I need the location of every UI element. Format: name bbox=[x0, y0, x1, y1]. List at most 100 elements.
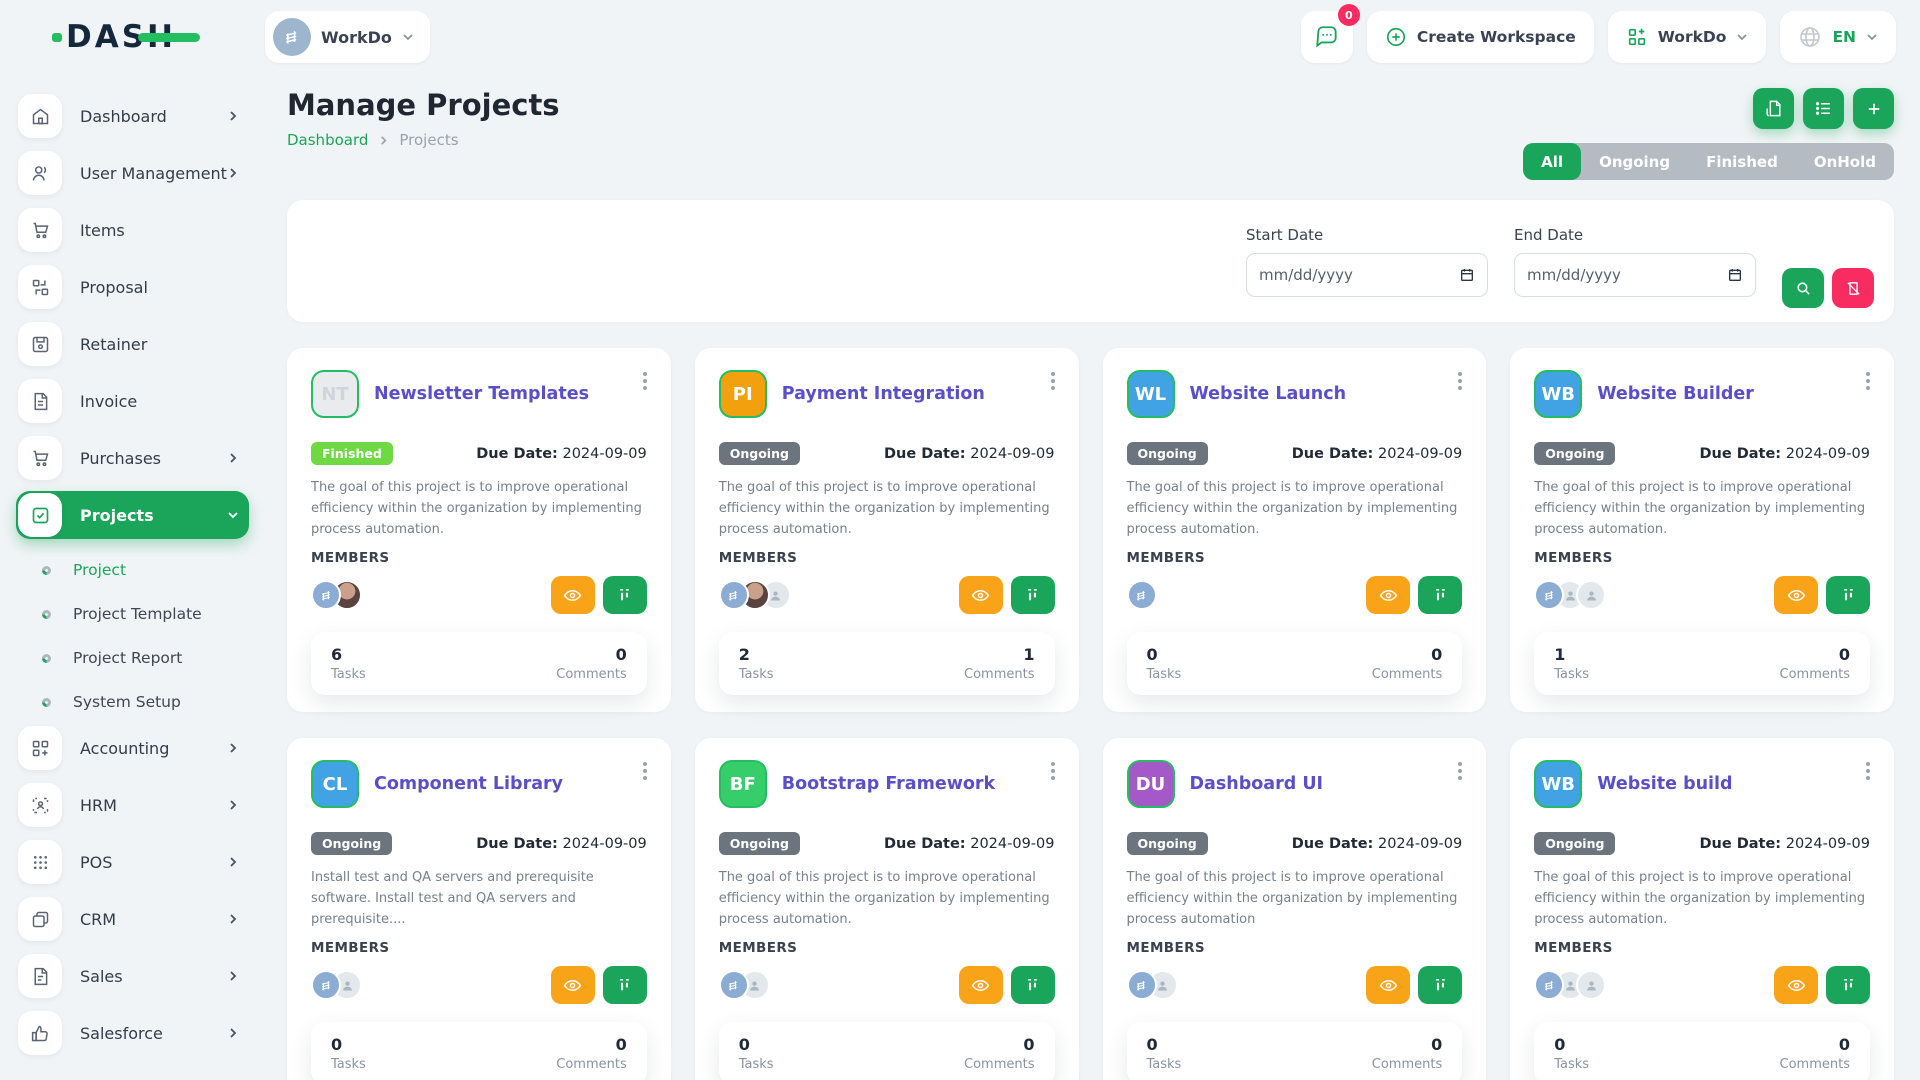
project-board-button[interactable] bbox=[1418, 966, 1462, 1004]
workspace-menu-button[interactable]: WorkDo bbox=[1608, 11, 1767, 63]
sidebar-item-pos[interactable]: POS bbox=[16, 838, 249, 886]
project-board-button[interactable] bbox=[603, 966, 647, 1004]
member-avatar-workspace[interactable] bbox=[1127, 970, 1157, 1000]
members-row bbox=[311, 576, 647, 614]
sidebar-subitem-project[interactable]: Project bbox=[16, 548, 249, 592]
project-board-button[interactable] bbox=[603, 576, 647, 614]
tab-finished[interactable]: Finished bbox=[1688, 143, 1796, 180]
calendar-icon[interactable] bbox=[1459, 267, 1475, 283]
sidebar-item-user-management[interactable]: User Management bbox=[16, 149, 249, 197]
view-project-button[interactable] bbox=[1774, 576, 1818, 614]
sidebar-item-purchases[interactable]: Purchases bbox=[16, 434, 249, 482]
sidebar-item-salesforce[interactable]: Salesforce bbox=[16, 1009, 249, 1057]
chevron-right-icon bbox=[227, 110, 239, 122]
sidebar-item-label: CRM bbox=[80, 910, 116, 929]
view-project-button[interactable] bbox=[959, 576, 1003, 614]
tasks-stat: 0Tasks bbox=[331, 1035, 366, 1072]
chevron-right-icon bbox=[227, 1027, 239, 1039]
sidebar-item-label: Dashboard bbox=[80, 107, 167, 126]
card-menu-button[interactable] bbox=[1047, 368, 1059, 394]
sidebar-item-dashboard[interactable]: Dashboard bbox=[16, 92, 249, 140]
view-project-button[interactable] bbox=[959, 966, 1003, 1004]
member-avatar-workspace[interactable] bbox=[719, 970, 749, 1000]
sidebar-item-retainer[interactable]: Retainer bbox=[16, 320, 249, 368]
project-board-button[interactable] bbox=[1011, 576, 1055, 614]
tab-all[interactable]: All bbox=[1523, 143, 1581, 180]
project-board-button[interactable] bbox=[1418, 576, 1462, 614]
logo-dot-accent bbox=[52, 33, 62, 42]
create-workspace-button[interactable]: Create Workspace bbox=[1367, 11, 1594, 63]
project-title-link[interactable]: Website build bbox=[1597, 774, 1732, 794]
sidebar-item-accounting[interactable]: Accounting bbox=[16, 724, 249, 772]
reset-filter-button[interactable] bbox=[1832, 268, 1874, 308]
member-avatars bbox=[1534, 970, 1597, 1000]
project-title-link[interactable]: Dashboard UI bbox=[1190, 774, 1324, 794]
chevron-right-icon bbox=[227, 167, 239, 179]
kanban-icon bbox=[1432, 587, 1449, 604]
sidebar-item-sales[interactable]: Sales bbox=[16, 952, 249, 1000]
due-date-label: Due Date: bbox=[1699, 836, 1781, 852]
sidebar-item-hrm[interactable]: HRM bbox=[16, 781, 249, 829]
language-label: EN bbox=[1832, 28, 1856, 46]
language-selector[interactable]: EN bbox=[1780, 11, 1896, 63]
sidebar-item-projects[interactable]: Projects bbox=[16, 491, 249, 539]
status-badge: Ongoing bbox=[1534, 442, 1615, 465]
sidebar-item-items[interactable]: Items bbox=[16, 206, 249, 254]
due-date-label: Due Date: bbox=[884, 836, 966, 852]
page-header-actions: All Ongoing Finished OnHold bbox=[1523, 88, 1894, 180]
member-avatar-workspace[interactable] bbox=[1127, 580, 1157, 610]
list-view-button[interactable] bbox=[1803, 88, 1844, 129]
project-title-link[interactable]: Bootstrap Framework bbox=[782, 774, 995, 794]
card-menu-button[interactable] bbox=[1047, 758, 1059, 784]
plus-icon bbox=[1865, 100, 1883, 118]
brand-logo[interactable]: DASH bbox=[66, 19, 176, 55]
member-avatar-workspace[interactable] bbox=[719, 580, 749, 610]
card-menu-button[interactable] bbox=[1454, 758, 1466, 784]
view-project-button[interactable] bbox=[1774, 966, 1818, 1004]
project-title-link[interactable]: Website Builder bbox=[1597, 384, 1754, 404]
project-title-link[interactable]: Newsletter Templates bbox=[374, 384, 589, 404]
card-menu-button[interactable] bbox=[1454, 368, 1466, 394]
member-avatar-placeholder[interactable] bbox=[1576, 970, 1606, 1000]
card-menu-button[interactable] bbox=[639, 758, 651, 784]
project-title-link[interactable]: Component Library bbox=[374, 774, 563, 794]
messages-button[interactable]: 0 bbox=[1301, 11, 1353, 63]
project-title-link[interactable]: Website Launch bbox=[1190, 384, 1347, 404]
workspace-selector[interactable]: WorkDo bbox=[265, 11, 430, 63]
start-date-input[interactable]: mm/dd/yyyy bbox=[1246, 253, 1488, 297]
project-title-link[interactable]: Payment Integration bbox=[782, 384, 985, 404]
calendar-icon[interactable] bbox=[1727, 267, 1743, 283]
project-card-payment-integration: PI Payment Integration Ongoing Due Date:… bbox=[695, 348, 1079, 712]
sidebar-item-proposal[interactable]: Proposal bbox=[16, 263, 249, 311]
card-stats: 6Tasks 0Comments bbox=[311, 632, 647, 695]
member-avatars bbox=[311, 970, 353, 1000]
tasks-count: 0 bbox=[331, 1035, 366, 1054]
view-project-button[interactable] bbox=[1366, 576, 1410, 614]
view-project-button[interactable] bbox=[551, 576, 595, 614]
sidebar-subitem-project-template[interactable]: Project Template bbox=[16, 592, 249, 636]
breadcrumb-dashboard-link[interactable]: Dashboard bbox=[287, 131, 368, 149]
tab-ongoing[interactable]: Ongoing bbox=[1581, 143, 1688, 180]
card-menu-button[interactable] bbox=[1862, 758, 1874, 784]
tab-onhold[interactable]: OnHold bbox=[1796, 143, 1894, 180]
card-stats: 2Tasks 1Comments bbox=[719, 632, 1055, 695]
member-avatar-placeholder[interactable] bbox=[1576, 580, 1606, 610]
project-board-button[interactable] bbox=[1011, 966, 1055, 1004]
view-project-button[interactable] bbox=[1366, 966, 1410, 1004]
search-button[interactable] bbox=[1782, 268, 1824, 308]
sidebar-subitem-system-setup[interactable]: System Setup bbox=[16, 680, 249, 724]
sidebar-subitem-project-report[interactable]: Project Report bbox=[16, 636, 249, 680]
status-badge: Ongoing bbox=[1534, 832, 1615, 855]
export-button[interactable] bbox=[1753, 88, 1794, 129]
members-row bbox=[311, 966, 647, 1004]
end-date-input[interactable]: mm/dd/yyyy bbox=[1514, 253, 1756, 297]
due-date: Due Date: 2024-09-09 bbox=[1699, 446, 1870, 462]
sidebar-item-crm[interactable]: CRM bbox=[16, 895, 249, 943]
add-project-button[interactable] bbox=[1853, 88, 1894, 129]
card-menu-button[interactable] bbox=[639, 368, 651, 394]
sidebar-item-invoice[interactable]: Invoice bbox=[16, 377, 249, 425]
project-board-button[interactable] bbox=[1826, 966, 1870, 1004]
card-menu-button[interactable] bbox=[1862, 368, 1874, 394]
project-board-button[interactable] bbox=[1826, 576, 1870, 614]
view-project-button[interactable] bbox=[551, 966, 595, 1004]
